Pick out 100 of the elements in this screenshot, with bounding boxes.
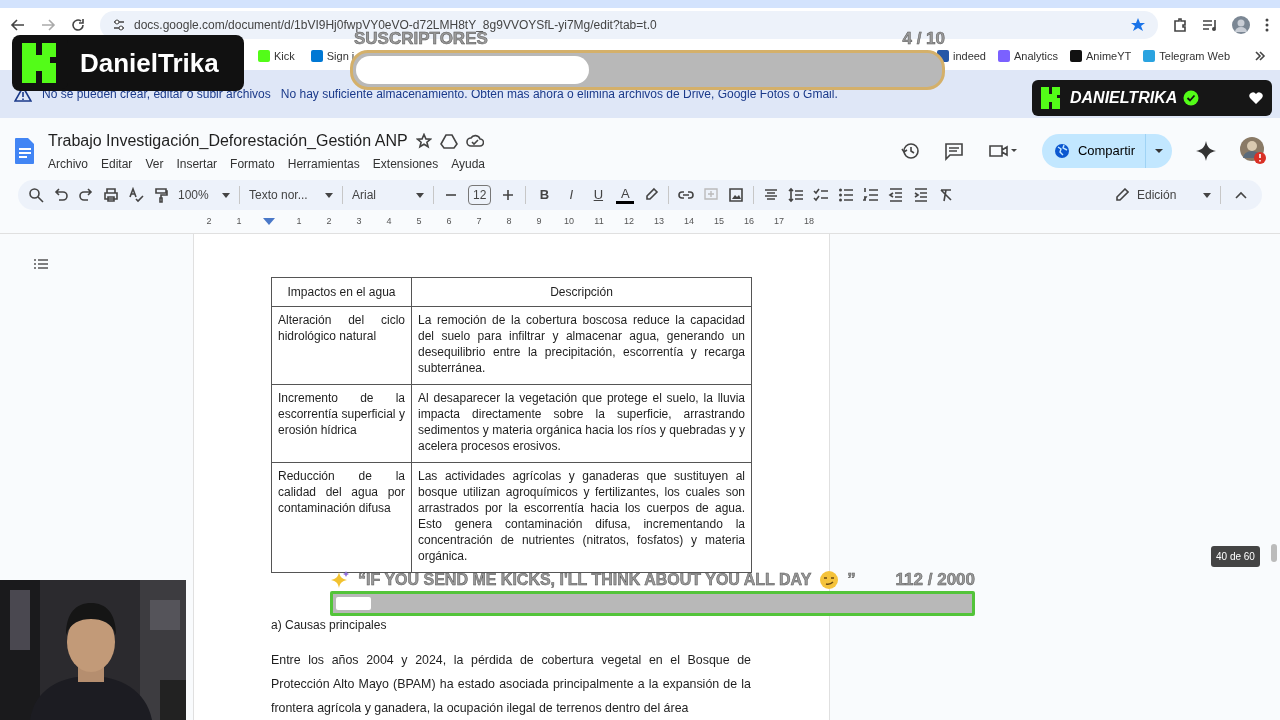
globe-icon (1053, 143, 1070, 159)
star-icon[interactable] (415, 133, 432, 149)
ruler-number: 15 (714, 216, 724, 226)
ruler-number: 2 (206, 216, 212, 226)
chevron-icon[interactable] (1254, 50, 1266, 62)
ruler-number: 14 (684, 216, 694, 226)
ruler-number: 1 (296, 216, 302, 226)
font-size-field[interactable]: 12 (468, 185, 492, 205)
bookmark[interactable]: Telegram Web (1143, 47, 1230, 65)
line-spacing-icon[interactable] (788, 187, 805, 203)
streamer-name: DANIELTRIKA (1070, 88, 1178, 108)
italic-button[interactable]: I (562, 185, 581, 205)
bookmark[interactable]: Kick (258, 47, 295, 65)
video-camera-icon[interactable] (987, 142, 1018, 160)
ruler-number: 11 (594, 216, 604, 226)
redo-icon[interactable] (78, 187, 94, 203)
menu-item[interactable]: Editar (101, 155, 133, 173)
verified-icon (1183, 90, 1200, 106)
mode-dropdown[interactable]: Edición (1115, 186, 1211, 204)
site-settings-icon[interactable] (112, 18, 126, 32)
docs-icon[interactable] (14, 137, 36, 165)
sparkle-icon[interactable] (1196, 141, 1216, 161)
checklist-icon[interactable] (813, 187, 830, 203)
bullet-list-icon[interactable] (838, 187, 855, 203)
ruler-number: 1 (236, 216, 242, 226)
url-text: docs.google.com/document/d/1bVI9Hj0fwpVY0eVO-d72LMH8tY_8g9VVOYSfL-yi7Mg/edit?tab=t.0 (134, 17, 657, 33)
column-header: Descripción (411, 277, 752, 307)
bookmark[interactable]: Analytics (998, 47, 1059, 65)
pencil-icon (1115, 188, 1129, 202)
undo-icon[interactable] (53, 187, 69, 203)
print-icon[interactable] (103, 187, 119, 203)
menu-item[interactable]: Formato (230, 155, 275, 173)
ruler-number: 16 (744, 216, 754, 226)
collapse-icon[interactable] (1234, 190, 1248, 200)
outline-icon[interactable] (34, 259, 48, 269)
history-icon[interactable] (899, 141, 920, 161)
zoom-dropdown[interactable]: 100% (178, 186, 230, 204)
numbered-list-icon[interactable] (863, 187, 880, 203)
decrease-indent-icon[interactable] (888, 187, 905, 203)
avatar-icon[interactable] (1240, 137, 1266, 165)
document-title[interactable]: Trabajo Investigación_Deforestación_Gestión ANP (48, 129, 408, 153)
share-button[interactable]: Compartir (1041, 134, 1172, 168)
spellcheck-icon[interactable] (128, 187, 144, 203)
search-icon[interactable] (28, 187, 44, 203)
ruler-number: 18 (804, 216, 814, 226)
table-cell: La remoción de la cobertura boscosa reduce la capacidad del suelo para infiltrar y almacenar agua, generando un desequilibrio entre la precipitación, escorrentía y recarga subterránea. (411, 306, 752, 385)
menu-item[interactable]: Insertar (176, 155, 218, 173)
bookmark[interactable]: AnimeYT (1070, 47, 1132, 65)
ruler-number: 5 (416, 216, 422, 226)
reload-icon[interactable] (70, 17, 86, 33)
menu-item[interactable]: Ver (145, 155, 164, 173)
ruler-number: 2 (326, 216, 332, 226)
avatar-icon[interactable] (1232, 16, 1250, 34)
ruler-number: 13 (654, 216, 664, 226)
image-icon[interactable] (728, 187, 745, 203)
extensions-icon[interactable] (1172, 17, 1188, 33)
media-icon[interactable] (1202, 17, 1218, 33)
text-color-button[interactable]: A (616, 186, 635, 204)
ruler-number: 10 (564, 216, 574, 226)
column-header: Impactos en el agua (271, 277, 412, 307)
ruler-number: 6 (446, 216, 452, 226)
menu-item[interactable]: Herramientas (287, 155, 360, 173)
ruler-number: 9 (536, 216, 542, 226)
menu-item[interactable]: Archivo (48, 155, 88, 173)
menu-item[interactable]: Ayuda (451, 155, 485, 173)
more-icon[interactable] (1264, 17, 1270, 33)
caret-icon (1203, 192, 1211, 198)
caret-icon (222, 192, 230, 198)
scrollbar-thumb[interactable] (1271, 544, 1277, 562)
ruler-number: 7 (476, 216, 482, 226)
table-cell: Reducción de la calidad del agua por contaminación difusa (271, 462, 412, 573)
indent-marker-icon[interactable] (263, 217, 275, 226)
star-icon[interactable] (1130, 17, 1146, 33)
table-cell: Alteración del ciclo hidrológico natural (271, 306, 412, 385)
align-icon[interactable] (763, 187, 780, 203)
paint-format-icon[interactable] (153, 187, 169, 203)
section-heading: a) Causas principales (271, 617, 388, 634)
menu-item[interactable]: Extensiones (372, 155, 439, 173)
ruler-number: 17 (774, 216, 784, 226)
font-dropdown[interactable]: Arial (352, 186, 424, 204)
underline-button[interactable]: U (589, 185, 608, 205)
goal-count: 112 / 2000 (895, 569, 975, 592)
increase-indent-icon[interactable] (913, 187, 930, 203)
back-icon[interactable] (10, 17, 26, 33)
streamer-name: DanielTrika (80, 46, 219, 80)
ruler-number: 8 (506, 216, 512, 226)
cloud-icon[interactable] (465, 134, 484, 148)
bold-button[interactable]: B (535, 185, 554, 205)
ruler-number: 3 (356, 216, 362, 226)
highlighter-icon[interactable] (643, 187, 660, 203)
table-cell: Las actividades agrícolas y ganaderas que sustituyen al bosque utilizan agroquímicos y fertilizantes, los cuales son arrastrados por la escorrentía hacia los cuerpos de agua. Esto genera contaminación difusa, incrementando la concentración de nutrientes (nitratos, fosfatos) y materia orgánica. (411, 462, 752, 573)
table-cell: Incremento de la escorrentía superficial y erosión hídrica (271, 384, 412, 463)
smirk-face-icon (819, 570, 840, 590)
caret-icon (325, 192, 333, 198)
comment-icon[interactable] (943, 141, 964, 161)
style-dropdown[interactable]: Texto nor... (249, 186, 333, 204)
caret-icon (416, 192, 424, 198)
quote-mark: ” (847, 569, 856, 592)
body-paragraph: Entre los años 2004 y 2024, la pérdida de cobertura vegetal en el Bosque de Protección Alto Mayo (BPAM) ha estado asociada principalmente a la expansión de la frontera agrícola y ganadera, la ocupación ilegal de terrenos dentro del área (271, 652, 751, 717)
heart-icon[interactable] (1248, 91, 1264, 105)
